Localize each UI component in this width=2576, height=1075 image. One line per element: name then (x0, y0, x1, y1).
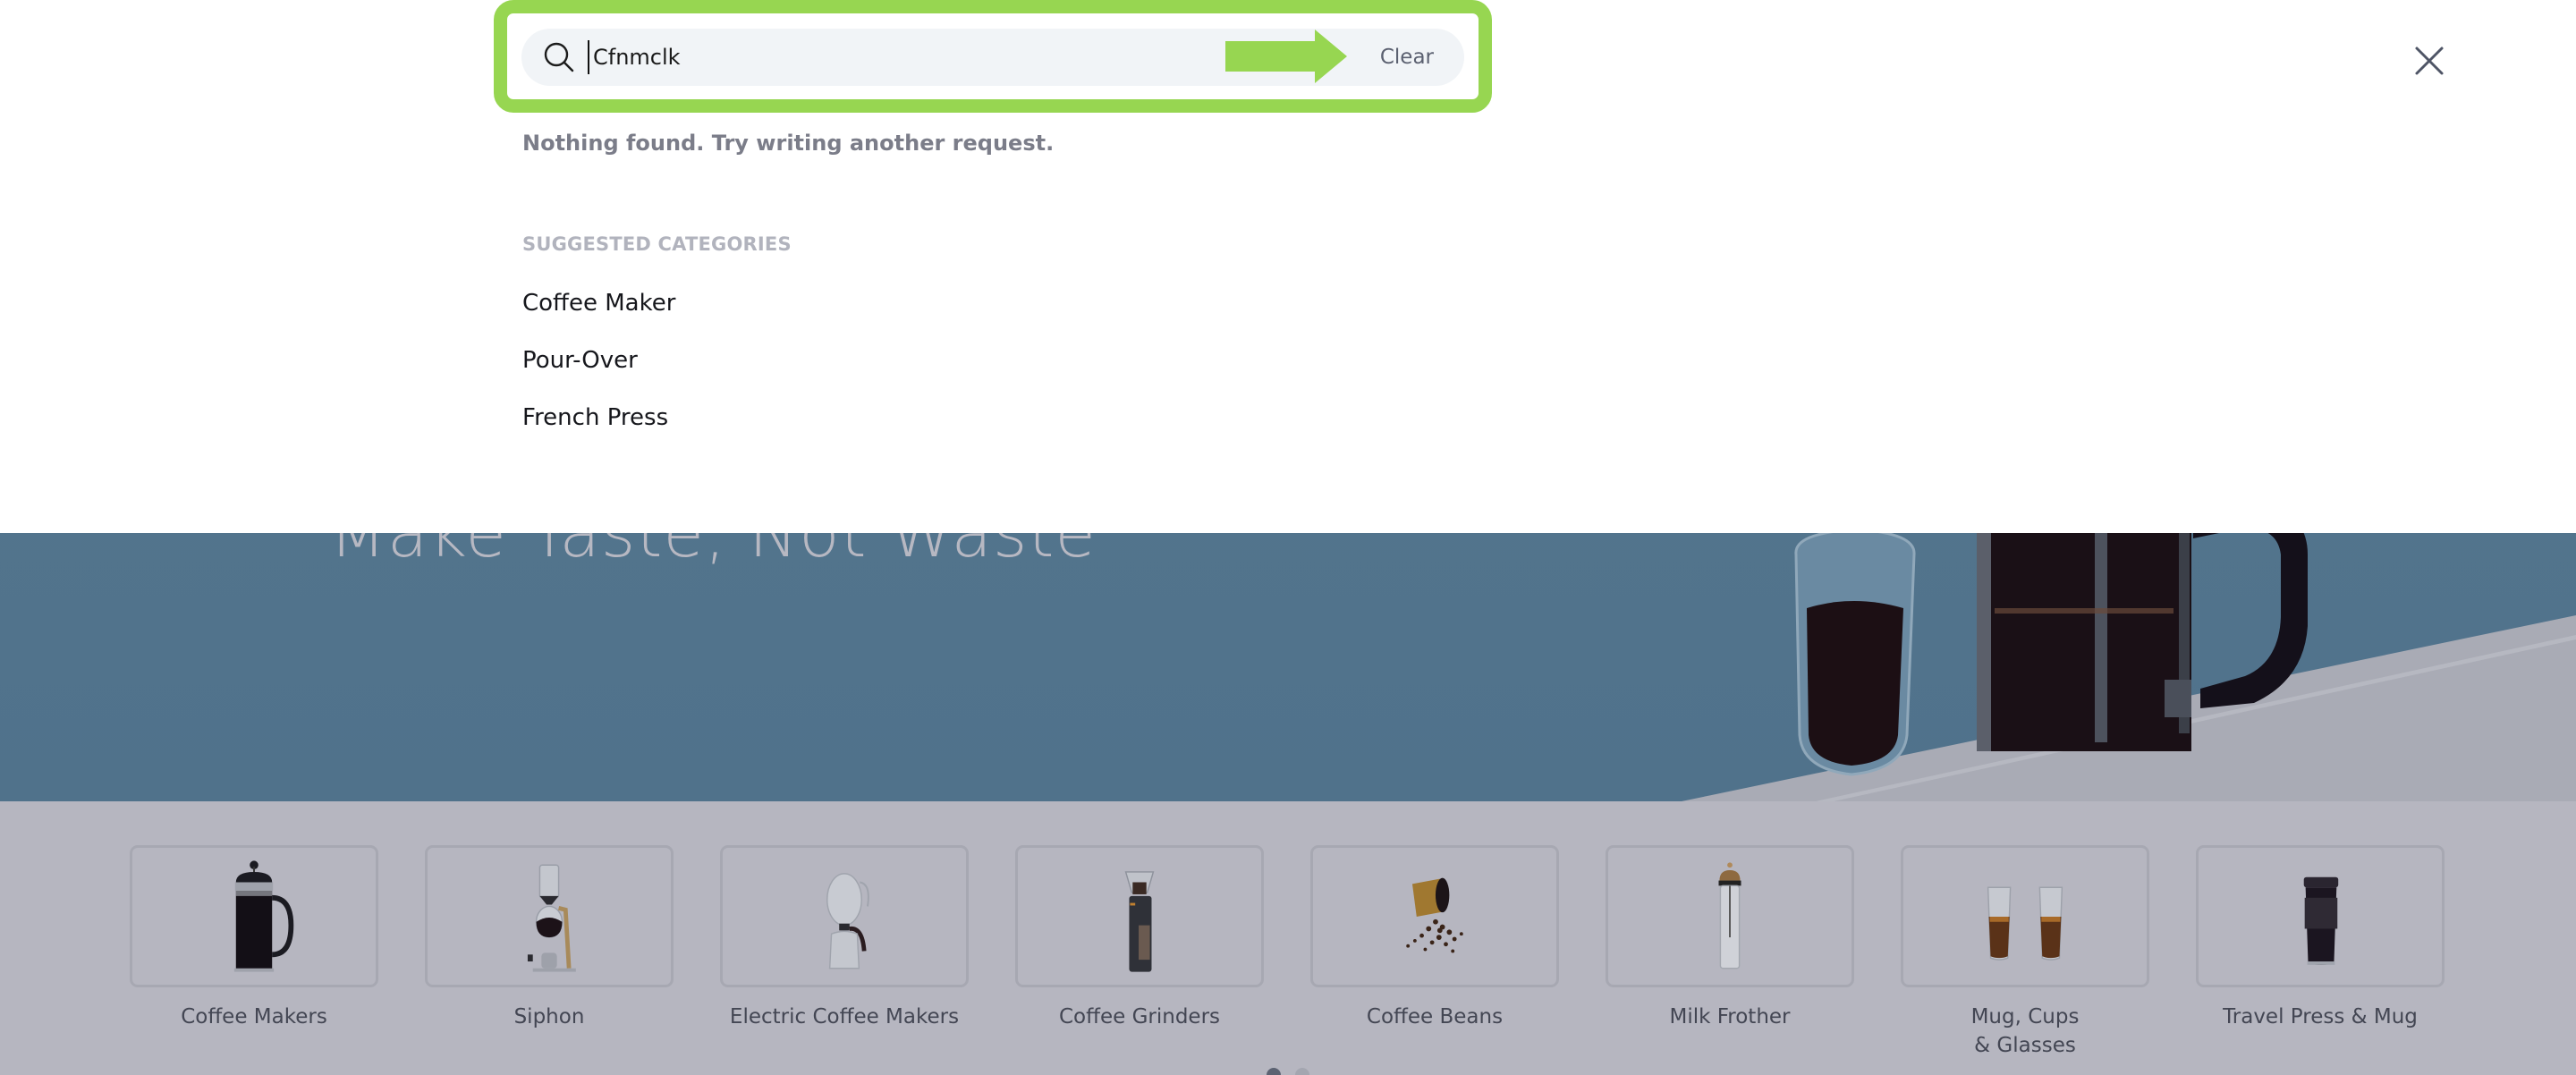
close-search-button[interactable] (2411, 43, 2447, 79)
category-card-travel-press-mug[interactable] (2196, 845, 2445, 987)
suggested-category-pour-over[interactable]: Pour-Over (522, 345, 675, 402)
suggested-categories-list: Coffee Maker Pour-Over French Press (522, 288, 675, 460)
category-card-milk-frother[interactable] (1606, 845, 1854, 987)
category-card-siphon[interactable] (425, 845, 674, 987)
carousel-dot-1[interactable] (1267, 1068, 1281, 1075)
category-label[interactable]: Milk Frother (1582, 1003, 1877, 1031)
siphon-icon (527, 864, 576, 972)
category-label[interactable]: Coffee Beans (1287, 1003, 1582, 1031)
suggested-category-french-press[interactable]: French Press (522, 402, 675, 460)
category-card-electric-coffee-makers[interactable] (720, 845, 969, 987)
no-results-message: Nothing found. Try writing another reque… (522, 131, 1055, 156)
category-label[interactable]: Electric Coffee Makers (697, 1003, 992, 1031)
category-label[interactable]: Coffee Grinders (992, 1003, 1287, 1031)
travel-mug-icon (2303, 876, 2339, 965)
category-label[interactable]: Travel Press & Mug (2173, 1003, 2468, 1031)
carousel-pagination (1267, 1068, 1309, 1075)
suggested-categories-heading: SUGGESTED CATEGORIES (522, 233, 792, 255)
category-card-coffee-makers[interactable] (130, 845, 378, 987)
coffee-grinder-icon (1124, 871, 1155, 972)
annotation-highlight-box (494, 0, 1492, 113)
electric-coffee-maker-icon (826, 873, 869, 969)
close-icon (2415, 47, 2444, 75)
category-carousel: Coffee Makers Siphon Electric Coffee Mak… (0, 801, 2576, 1075)
search-overlay: Clear Nothing found. Try writing another… (0, 0, 2576, 533)
category-label[interactable]: Mug, Cups & Glasses (1877, 1003, 2173, 1060)
milk-frother-icon (1718, 862, 1741, 969)
coffee-beans-icon (1406, 877, 1463, 953)
glasses-icon (1987, 886, 2063, 961)
category-card-mugs-cups-glasses[interactable] (1901, 845, 2149, 987)
category-label[interactable]: Coffee Makers (106, 1003, 402, 1031)
french-press-icon (233, 860, 294, 972)
category-card-coffee-beans[interactable] (1310, 845, 1559, 987)
carousel-dot-2[interactable] (1295, 1068, 1309, 1075)
category-card-coffee-grinders[interactable] (1015, 845, 1264, 987)
hero-french-press-photo (1682, 501, 2576, 801)
category-label[interactable]: Siphon (402, 1003, 697, 1031)
suggested-category-coffee-maker[interactable]: Coffee Maker (522, 288, 675, 345)
